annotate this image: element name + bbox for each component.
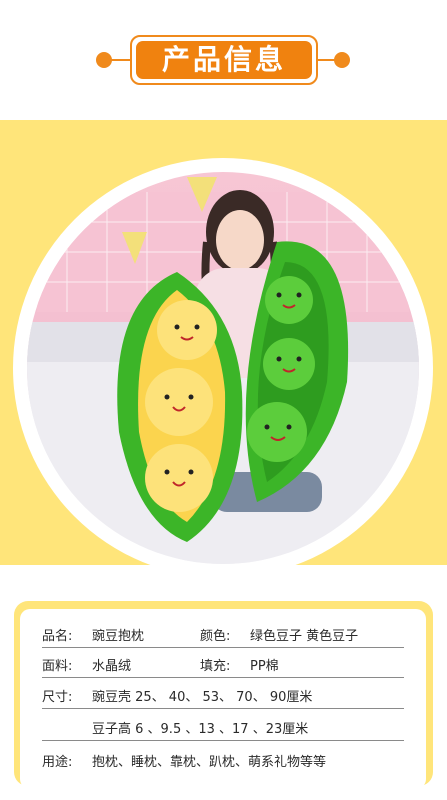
product-photo xyxy=(27,172,419,564)
divider xyxy=(42,647,404,648)
title-badge: 产品信息 xyxy=(130,35,318,85)
color-value: 绿色豆子 黄色豆子 xyxy=(250,629,359,644)
divider xyxy=(42,740,404,741)
orange-dot-icon xyxy=(334,52,350,68)
size-shell: 豌豆壳 25、 40、 53、 70、 90厘米 xyxy=(92,690,313,705)
color-label: 颜色: xyxy=(200,629,231,644)
filling-value: PP棉 xyxy=(250,659,279,674)
name-value: 豌豆抱枕 xyxy=(92,629,145,644)
name-label: 品名: xyxy=(42,629,73,644)
fabric-value: 水晶绒 xyxy=(92,659,132,674)
divider xyxy=(108,59,130,61)
divider xyxy=(42,708,404,709)
fabric-label: 面料: xyxy=(42,659,73,674)
size-label: 尺寸: xyxy=(42,690,73,705)
pea-pillow-photo-icon xyxy=(27,177,419,564)
use-label: 用途: xyxy=(42,755,73,770)
use-value: 抱枕、睡枕、靠枕、趴枕、萌系礼物等等 xyxy=(92,755,327,770)
divider xyxy=(42,677,404,678)
filling-label: 填充: xyxy=(200,659,231,674)
header: 产品信息 xyxy=(0,0,447,120)
size-bean: 豆子高 6 、9.5 、13 、17 、23厘米 xyxy=(92,722,309,737)
page-title: 产品信息 xyxy=(136,41,312,79)
